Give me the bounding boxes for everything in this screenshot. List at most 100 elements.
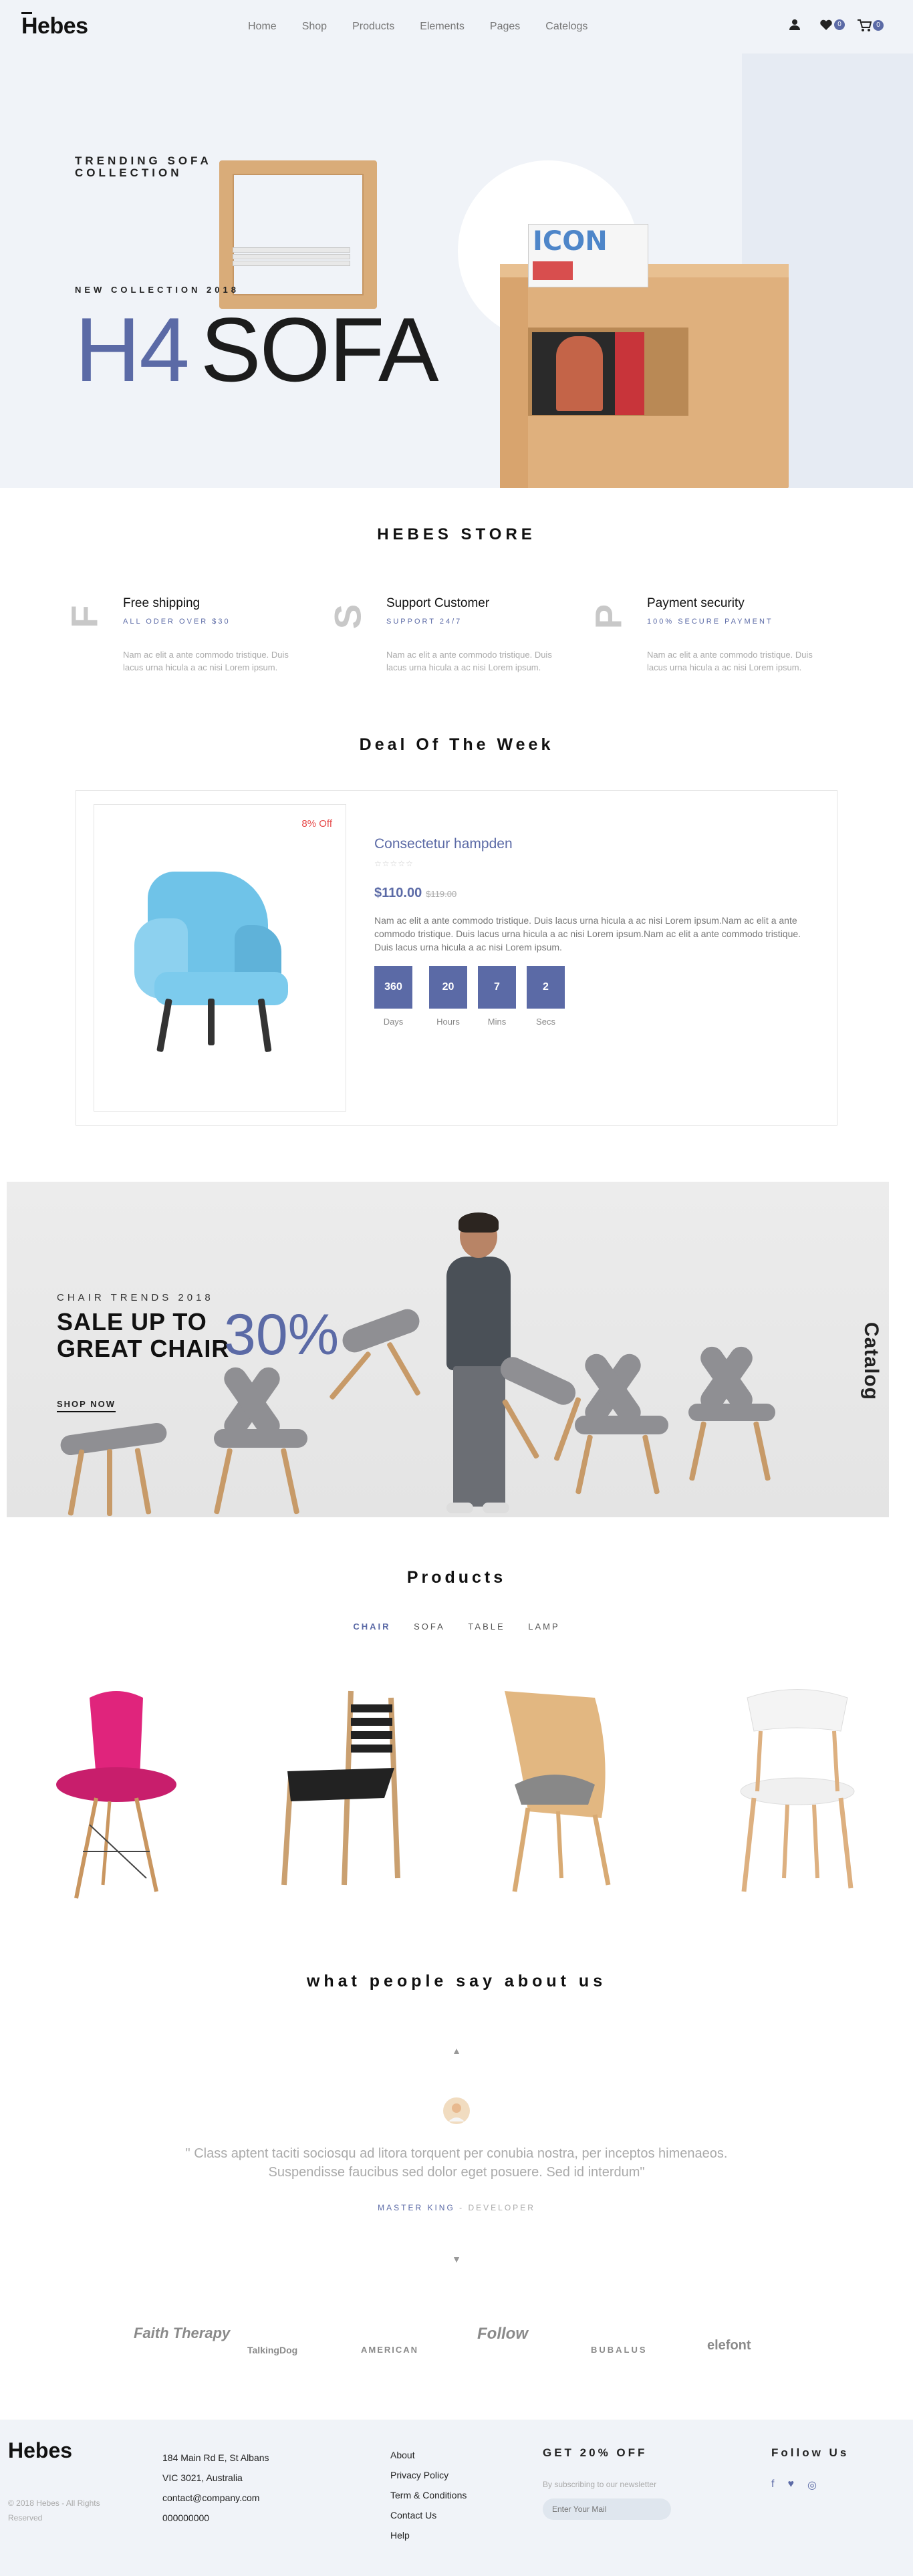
brand-logo[interactable]: Follow: [477, 2325, 528, 2343]
cart-button[interactable]: 0: [857, 19, 884, 32]
product-tabs: CHAIR SOFA TABLE LAMP: [0, 1622, 913, 1632]
newsletter-subtitle: By subscribing to our newsletter: [543, 2480, 657, 2489]
cart-icon: [858, 19, 872, 31]
discount-badge: 8% Off: [301, 818, 332, 829]
hero-eyebrow: TRENDING SOFA COLLECTION: [75, 154, 212, 179]
newsletter-title: GET 20% OFF: [543, 2446, 648, 2459]
brand-logo[interactable]: elefont: [707, 2338, 751, 2353]
deal-description: Nam ac elit a ante commodo tristique. Du…: [374, 915, 801, 952]
footer-link-privacy[interactable]: Privacy Policy: [390, 2465, 467, 2485]
white-chair-image: [740, 1689, 855, 1892]
banner-eyebrow: CHAIR TRENDS 2018: [57, 1292, 214, 1303]
feature-payment: P Payment security 100% SECURE PAYMENT N…: [588, 595, 815, 695]
footer-link-help[interactable]: Help: [390, 2525, 467, 2545]
brand-logo[interactable]: AMERICAN: [361, 2345, 418, 2355]
nav-shop[interactable]: Shop: [302, 21, 327, 33]
nav-products[interactable]: Products: [352, 21, 394, 33]
heart-icon: [820, 19, 832, 30]
hero-title-accent: H4: [75, 299, 190, 400]
footer-address: 184 Main Rd E, St Albans VIC 3021, Austr…: [162, 2448, 269, 2528]
banner-percent: 30%: [224, 1303, 340, 1367]
facebook-icon[interactable]: f: [771, 2478, 774, 2492]
catalog-side-label[interactable]: Catalog: [860, 1322, 882, 1409]
brand-logo[interactable]: TalkingDog: [247, 2345, 297, 2355]
site-header: Hebes Home Shop Products Elements Pages …: [0, 0, 913, 53]
footer-logo[interactable]: Hebes: [8, 2438, 72, 2463]
magazine-title: ICON: [533, 226, 608, 257]
feature-description: Nam ac elit a ante commodo tristique. Du…: [123, 650, 289, 672]
hero-magazine-image: ICON: [528, 224, 648, 287]
deal-product-image[interactable]: 8% Off: [94, 804, 346, 1112]
hero-shelf-image: [219, 160, 377, 309]
feature-support: S Support Customer SUPPORT 24/7 Nam ac e…: [326, 595, 555, 695]
tab-chair[interactable]: CHAIR: [353, 1622, 390, 1632]
armchair-image: [128, 865, 301, 1053]
feature-title: Free shipping: [123, 596, 201, 610]
wood-chair-image: [505, 1691, 611, 1892]
testimonials-title: what people say about us: [306, 1972, 607, 1990]
hero-magazine-cover-image: [532, 332, 644, 415]
banner-headline: SALE UP TO GREAT CHAIR: [57, 1308, 230, 1362]
feature-title: Support Customer: [386, 596, 490, 610]
old-price: $119.00: [426, 889, 457, 899]
feature-letter: S: [326, 604, 369, 630]
newsletter: GET 20% OFF By subscribing to our newsle…: [543, 2446, 671, 2520]
feature-title: Payment security: [647, 596, 745, 610]
feature-letter: P: [587, 604, 630, 630]
account-icon[interactable]: [789, 19, 801, 31]
site-footer: Hebes © 2018 Hebes - All Rights Reserved…: [0, 2420, 913, 2576]
countdown-secs: 2 Secs: [527, 966, 565, 1027]
newsletter-email-input[interactable]: [543, 2498, 671, 2520]
countdown-hours: 20 Hours: [429, 966, 467, 1027]
footer-link-contact[interactable]: Contact Us: [390, 2505, 467, 2525]
hero-section: ICON TRENDING SOFA COLLECTION NEW COLLEC…: [0, 0, 913, 488]
deal-product-name[interactable]: Consectetur hampden: [374, 836, 513, 852]
follow-us: Follow Us f ♥ ◎: [771, 2446, 849, 2492]
wishlist-count: 0: [834, 19, 845, 30]
feature-letter: F: [63, 605, 106, 628]
product-card-strap-chair[interactable]: [271, 1684, 424, 1905]
hero-title: H4 SOFA: [75, 299, 439, 400]
testimonial-author: MASTER KING - DEVELOPER: [378, 2203, 535, 2212]
feature-description: Nam ac elit a ante commodo tristique. Du…: [647, 650, 813, 672]
products-title: Products: [406, 1568, 507, 1587]
feature-subtitle: ALL ODER OVER $30: [123, 618, 231, 626]
nav-catelogs[interactable]: Catelogs: [545, 21, 588, 33]
hero-title-main: SOFA: [200, 299, 439, 400]
nav-elements[interactable]: Elements: [420, 21, 465, 33]
testimonial-avatar: [0, 2097, 913, 2128]
feature-free-shipping: F Free shipping ALL ODER OVER $30 Nam ac…: [63, 595, 291, 695]
countdown-days: 360 Days: [374, 966, 412, 1027]
footer-link-terms[interactable]: Term & Conditions: [390, 2485, 467, 2505]
site-logo[interactable]: Hebes: [21, 13, 88, 39]
product-card-pink-chair[interactable]: [43, 1684, 197, 1905]
shop-now-link[interactable]: SHOP NOW: [57, 1399, 116, 1412]
tab-sofa[interactable]: SOFA: [414, 1622, 445, 1632]
brand-logo[interactable]: BUBALUS: [591, 2345, 648, 2355]
testimonial-prev-button[interactable]: ▲: [0, 2045, 913, 2056]
footer-link-about[interactable]: About: [390, 2445, 467, 2465]
wishlist-button[interactable]: 0: [819, 19, 845, 31]
hero-subtitle: NEW COLLECTION 2018: [75, 285, 239, 295]
tab-table[interactable]: TABLE: [468, 1622, 505, 1632]
testimonial-next-button[interactable]: ▼: [0, 2254, 913, 2265]
twitter-icon[interactable]: ♥: [787, 2478, 794, 2492]
nav-pages[interactable]: Pages: [490, 21, 520, 33]
contact-email[interactable]: contact@company.com: [162, 2488, 269, 2508]
brand-logos: Faith Therapy TalkingDog AMERICAN Follow…: [0, 2318, 913, 2371]
deal-price: $110.00 $119.00: [374, 886, 457, 900]
testimonial-quote: " Class aptent taciti sociosqu ad litora…: [185, 2146, 728, 2180]
rating-stars: ☆☆☆☆☆: [374, 859, 414, 868]
hero-books-image: [233, 247, 350, 274]
product-card-wood-chair[interactable]: [495, 1684, 648, 1905]
brand-logo[interactable]: Faith Therapy: [134, 2325, 230, 2342]
instagram-icon[interactable]: ◎: [807, 2478, 817, 2492]
product-card-white-chair[interactable]: [721, 1684, 874, 1905]
countdown-mins: 7 Mins: [478, 966, 516, 1027]
cart-count: 0: [873, 20, 884, 31]
footer-links: About Privacy Policy Term & Conditions C…: [390, 2445, 467, 2545]
main-nav: Home Shop Products Elements Pages Catelo…: [248, 21, 613, 33]
deal-card: 8% Off Consectetur hampden ☆☆☆☆☆ $110.00…: [76, 790, 837, 1126]
tab-lamp[interactable]: LAMP: [528, 1622, 559, 1632]
nav-home[interactable]: Home: [248, 21, 277, 33]
